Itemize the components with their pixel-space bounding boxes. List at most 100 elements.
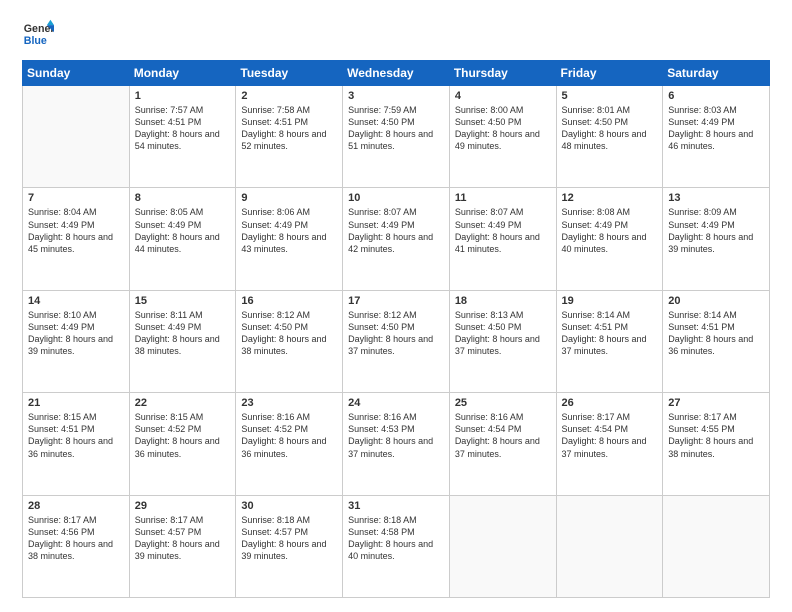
day-number: 11 (455, 192, 551, 204)
day-number: 17 (348, 295, 444, 307)
day-number: 10 (348, 192, 444, 204)
day-cell: 29 Sunrise: 8:17 AMSunset: 4:57 PMDayligh… (129, 495, 236, 597)
day-cell: 14 Sunrise: 8:10 AMSunset: 4:49 PMDayligh… (23, 290, 130, 392)
day-cell: 12Sunrise: 8:08 AMSunset: 4:49 PMDayligh… (556, 188, 663, 290)
day-number: 30 (241, 500, 337, 512)
week-row-1: 1Sunrise: 7:57 AMSunset: 4:51 PMDaylight… (23, 86, 770, 188)
day-number: 29 (135, 500, 231, 512)
calendar-table: SundayMondayTuesdayWednesdayThursdayFrid… (22, 60, 770, 598)
day-number: 25 (455, 397, 551, 409)
header: General Blue (22, 18, 770, 50)
cell-info: Sunrise: 8:01 AMSunset: 4:50 PMDaylight:… (562, 104, 658, 153)
day-number: 14 (28, 295, 124, 307)
cell-info: Sunrise: 8:11 AMSunset: 4:49 PMDaylight:… (135, 309, 231, 358)
cell-info: Sunrise: 8:00 AMSunset: 4:50 PMDaylight:… (455, 104, 551, 153)
day-cell: 28 Sunrise: 8:17 AMSunset: 4:56 PMDayligh… (23, 495, 130, 597)
day-cell: 21 Sunrise: 8:15 AMSunset: 4:51 PMDayligh… (23, 393, 130, 495)
cell-info: Sunrise: 8:10 AMSunset: 4:49 PMDaylight:… (28, 309, 124, 358)
cell-info: Sunrise: 8:16 AMSunset: 4:52 PMDaylight:… (241, 411, 337, 460)
day-number: 8 (135, 192, 231, 204)
col-header-tuesday: Tuesday (236, 61, 343, 86)
day-cell: 8 Sunrise: 8:05 AMSunset: 4:49 PMDaylight… (129, 188, 236, 290)
day-cell: 5 Sunrise: 8:01 AMSunset: 4:50 PMDaylight… (556, 86, 663, 188)
col-header-sunday: Sunday (23, 61, 130, 86)
cell-info: Sunrise: 8:03 AMSunset: 4:49 PMDaylight:… (668, 104, 764, 153)
day-number: 15 (135, 295, 231, 307)
day-cell: 30 Sunrise: 8:18 AMSunset: 4:57 PMDayligh… (236, 495, 343, 597)
day-cell: 22Sunrise: 8:15 AMSunset: 4:52 PMDayligh… (129, 393, 236, 495)
col-header-wednesday: Wednesday (343, 61, 450, 86)
week-row-2: 7Sunrise: 8:04 AMSunset: 4:49 PMDaylight… (23, 188, 770, 290)
day-cell: 16 Sunrise: 8:12 AMSunset: 4:50 PMDayligh… (236, 290, 343, 392)
day-cell: 19 Sunrise: 8:14 AMSunset: 4:51 PMDayligh… (556, 290, 663, 392)
cell-info: Sunrise: 8:14 AMSunset: 4:51 PMDaylight:… (668, 309, 764, 358)
day-cell: 31 Sunrise: 8:18 AMSunset: 4:58 PMDayligh… (343, 495, 450, 597)
day-number: 21 (28, 397, 124, 409)
cell-info: Sunrise: 7:58 AMSunset: 4:51 PMDaylight:… (241, 104, 337, 153)
day-cell: 3 Sunrise: 7:59 AMSunset: 4:50 PMDaylight… (343, 86, 450, 188)
day-number: 23 (241, 397, 337, 409)
cell-info: Sunrise: 8:12 AMSunset: 4:50 PMDaylight:… (241, 309, 337, 358)
col-header-saturday: Saturday (663, 61, 770, 86)
week-row-4: 21 Sunrise: 8:15 AMSunset: 4:51 PMDayligh… (23, 393, 770, 495)
day-cell: 23 Sunrise: 8:16 AMSunset: 4:52 PMDayligh… (236, 393, 343, 495)
day-cell: 9Sunrise: 8:06 AMSunset: 4:49 PMDaylight… (236, 188, 343, 290)
cell-info: Sunrise: 8:17 AMSunset: 4:57 PMDaylight:… (135, 514, 231, 563)
day-number: 9 (241, 192, 337, 204)
day-cell: 15 Sunrise: 8:11 AMSunset: 4:49 PMDayligh… (129, 290, 236, 392)
day-number: 19 (562, 295, 658, 307)
day-cell (23, 86, 130, 188)
day-number: 16 (241, 295, 337, 307)
day-cell: 20 Sunrise: 8:14 AMSunset: 4:51 PMDayligh… (663, 290, 770, 392)
day-cell: 13 Sunrise: 8:09 AMSunset: 4:49 PMDayligh… (663, 188, 770, 290)
week-row-3: 14 Sunrise: 8:10 AMSunset: 4:49 PMDayligh… (23, 290, 770, 392)
col-header-thursday: Thursday (449, 61, 556, 86)
cell-info: Sunrise: 8:17 AMSunset: 4:55 PMDaylight:… (668, 411, 764, 460)
day-number: 5 (562, 90, 658, 102)
day-number: 2 (241, 90, 337, 102)
cell-info: Sunrise: 7:57 AMSunset: 4:51 PMDaylight:… (135, 104, 231, 153)
cell-info: Sunrise: 8:14 AMSunset: 4:51 PMDaylight:… (562, 309, 658, 358)
cell-info: Sunrise: 8:15 AMSunset: 4:52 PMDaylight:… (135, 411, 231, 460)
day-cell: 26 Sunrise: 8:17 AMSunset: 4:54 PMDayligh… (556, 393, 663, 495)
cell-info: Sunrise: 8:05 AMSunset: 4:49 PMDaylight:… (135, 206, 231, 255)
day-number: 27 (668, 397, 764, 409)
day-cell: 24 Sunrise: 8:16 AMSunset: 4:53 PMDayligh… (343, 393, 450, 495)
cell-info: Sunrise: 8:08 AMSunset: 4:49 PMDaylight:… (562, 206, 658, 255)
cell-info: Sunrise: 8:16 AMSunset: 4:54 PMDaylight:… (455, 411, 551, 460)
cell-info: Sunrise: 8:16 AMSunset: 4:53 PMDaylight:… (348, 411, 444, 460)
day-number: 3 (348, 90, 444, 102)
cell-info: Sunrise: 8:09 AMSunset: 4:49 PMDaylight:… (668, 206, 764, 255)
day-number: 31 (348, 500, 444, 512)
cell-info: Sunrise: 8:07 AMSunset: 4:49 PMDaylight:… (455, 206, 551, 255)
day-cell: 6 Sunrise: 8:03 AMSunset: 4:49 PMDaylight… (663, 86, 770, 188)
day-cell: 27 Sunrise: 8:17 AMSunset: 4:55 PMDayligh… (663, 393, 770, 495)
col-header-friday: Friday (556, 61, 663, 86)
col-header-monday: Monday (129, 61, 236, 86)
day-number: 24 (348, 397, 444, 409)
svg-text:Blue: Blue (24, 35, 47, 47)
week-row-5: 28 Sunrise: 8:17 AMSunset: 4:56 PMDayligh… (23, 495, 770, 597)
logo-icon: General Blue (22, 18, 54, 50)
day-cell (449, 495, 556, 597)
cell-info: Sunrise: 8:18 AMSunset: 4:57 PMDaylight:… (241, 514, 337, 563)
day-cell: 4 Sunrise: 8:00 AMSunset: 4:50 PMDaylight… (449, 86, 556, 188)
cell-info: Sunrise: 8:15 AMSunset: 4:51 PMDaylight:… (28, 411, 124, 460)
day-cell (663, 495, 770, 597)
day-cell: 17Sunrise: 8:12 AMSunset: 4:50 PMDayligh… (343, 290, 450, 392)
cell-info: Sunrise: 8:18 AMSunset: 4:58 PMDaylight:… (348, 514, 444, 563)
day-number: 13 (668, 192, 764, 204)
day-number: 20 (668, 295, 764, 307)
day-number: 7 (28, 192, 124, 204)
day-number: 6 (668, 90, 764, 102)
cell-info: Sunrise: 8:13 AMSunset: 4:50 PMDaylight:… (455, 309, 551, 358)
day-cell: 11 Sunrise: 8:07 AMSunset: 4:49 PMDayligh… (449, 188, 556, 290)
day-number: 4 (455, 90, 551, 102)
day-number: 26 (562, 397, 658, 409)
day-number: 28 (28, 500, 124, 512)
cell-info: Sunrise: 8:17 AMSunset: 4:54 PMDaylight:… (562, 411, 658, 460)
day-cell: 1Sunrise: 7:57 AMSunset: 4:51 PMDaylight… (129, 86, 236, 188)
cell-info: Sunrise: 8:17 AMSunset: 4:56 PMDaylight:… (28, 514, 124, 563)
cell-info: Sunrise: 7:59 AMSunset: 4:50 PMDaylight:… (348, 104, 444, 153)
day-cell (556, 495, 663, 597)
